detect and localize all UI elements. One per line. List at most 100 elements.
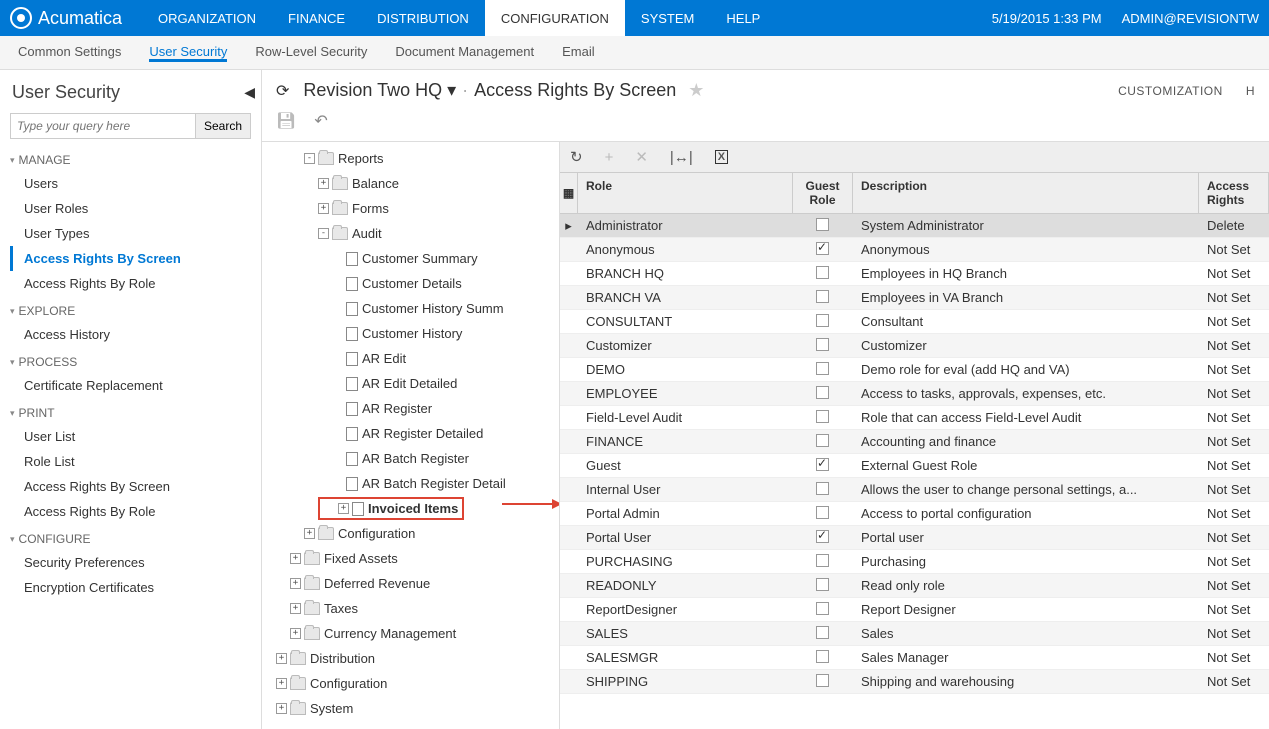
cell-access-rights[interactable]: Not Set: [1199, 263, 1269, 284]
tree-node-invoiced-items[interactable]: +Invoiced Items: [262, 496, 559, 521]
grid-row[interactable]: CONSULTANTConsultantNot Set: [560, 310, 1269, 334]
cell-access-rights[interactable]: Not Set: [1199, 383, 1269, 404]
tree-node-configuration[interactable]: +Configuration: [262, 521, 559, 546]
checkbox-icon[interactable]: [816, 410, 829, 423]
topnav-item-distribution[interactable]: DISTRIBUTION: [361, 0, 485, 36]
checkbox-icon[interactable]: [816, 242, 829, 255]
checkbox-icon[interactable]: [816, 434, 829, 447]
grid-row[interactable]: SALESMGRSales ManagerNot Set: [560, 646, 1269, 670]
cell-description[interactable]: Customizer: [853, 335, 1199, 356]
cell-guest[interactable]: [793, 503, 853, 525]
tree-expander-icon[interactable]: +: [318, 178, 329, 189]
cell-description[interactable]: Report Designer: [853, 599, 1199, 620]
subnav-item-email[interactable]: Email: [562, 44, 595, 61]
cell-description[interactable]: Employees in VA Branch: [853, 287, 1199, 308]
collapse-sidebar-icon[interactable]: ◀: [244, 84, 255, 101]
grid-row[interactable]: SHIPPINGShipping and warehousingNot Set: [560, 670, 1269, 694]
tree-node-system[interactable]: +System: [262, 696, 559, 721]
navgroup-configure[interactable]: CONFIGURE: [10, 532, 251, 546]
checkbox-icon[interactable]: [816, 554, 829, 567]
tree-node-customer-details[interactable]: Customer Details: [262, 271, 559, 296]
tree-node-configuration[interactable]: +Configuration: [262, 671, 559, 696]
cell-guest[interactable]: [793, 575, 853, 597]
tree-expander-icon[interactable]: +: [318, 203, 329, 214]
cell-guest[interactable]: [793, 527, 853, 549]
cell-role[interactable]: PURCHASING: [578, 551, 793, 572]
cell-access-rights[interactable]: Not Set: [1199, 599, 1269, 620]
cell-description[interactable]: Role that can access Field-Level Audit: [853, 407, 1199, 428]
cell-guest[interactable]: [793, 239, 853, 261]
cell-access-rights[interactable]: Delete: [1199, 215, 1269, 236]
tree-expander-icon[interactable]: +: [276, 703, 287, 714]
cell-guest[interactable]: [793, 647, 853, 669]
cell-access-rights[interactable]: Not Set: [1199, 431, 1269, 452]
cell-description[interactable]: Consultant: [853, 311, 1199, 332]
cell-access-rights[interactable]: Not Set: [1199, 479, 1269, 500]
cell-access-rights[interactable]: Not Set: [1199, 407, 1269, 428]
subnav-item-document-management[interactable]: Document Management: [395, 44, 534, 61]
tree-expander-icon[interactable]: +: [290, 553, 301, 564]
checkbox-icon[interactable]: [816, 674, 829, 687]
cell-role[interactable]: EMPLOYEE: [578, 383, 793, 404]
sidebar-search-input[interactable]: [10, 113, 196, 139]
cell-role[interactable]: Customizer: [578, 335, 793, 356]
cell-description[interactable]: External Guest Role: [853, 455, 1199, 476]
tree-expander-icon[interactable]: +: [304, 528, 315, 539]
cell-access-rights[interactable]: Not Set: [1199, 575, 1269, 596]
topnav-item-system[interactable]: SYSTEM: [625, 0, 710, 36]
navgroup-explore[interactable]: EXPLORE: [10, 304, 251, 318]
navitem-user-roles[interactable]: User Roles: [10, 196, 251, 221]
company-selector[interactable]: Revision Two HQ ▾: [303, 80, 456, 101]
cell-guest[interactable]: [793, 383, 853, 405]
navitem-certificate-replacement[interactable]: Certificate Replacement: [10, 373, 251, 398]
navitem-access-rights-by-screen[interactable]: Access Rights By Screen: [10, 246, 251, 271]
grid-export-icon[interactable]: X: [715, 150, 728, 164]
cell-description[interactable]: Read only role: [853, 575, 1199, 596]
undo-icon[interactable]: ↶: [314, 111, 327, 131]
checkbox-icon[interactable]: [816, 602, 829, 615]
cell-guest[interactable]: [793, 431, 853, 453]
cell-access-rights[interactable]: Not Set: [1199, 335, 1269, 356]
checkbox-icon[interactable]: [816, 386, 829, 399]
checkbox-icon[interactable]: [816, 650, 829, 663]
tree-expander-icon[interactable]: -: [318, 228, 329, 239]
cell-access-rights[interactable]: Not Set: [1199, 647, 1269, 668]
grid-row[interactable]: CustomizerCustomizerNot Set: [560, 334, 1269, 358]
cell-access-rights[interactable]: Not Set: [1199, 671, 1269, 692]
cell-guest[interactable]: [793, 455, 853, 477]
topnav-item-help[interactable]: HELP: [710, 0, 776, 36]
cell-description[interactable]: Accounting and finance: [853, 431, 1199, 452]
cell-description[interactable]: Shipping and warehousing: [853, 671, 1199, 692]
navgroup-manage[interactable]: MANAGE: [10, 153, 251, 167]
cell-guest[interactable]: [793, 623, 853, 645]
tree-node-customer-history-summ[interactable]: Customer History Summ: [262, 296, 559, 321]
cell-guest[interactable]: [793, 671, 853, 693]
cell-access-rights[interactable]: Not Set: [1199, 311, 1269, 332]
tree-expander-icon[interactable]: +: [290, 628, 301, 639]
cell-role[interactable]: READONLY: [578, 575, 793, 596]
grid-row[interactable]: Portal AdminAccess to portal configurati…: [560, 502, 1269, 526]
checkbox-icon[interactable]: [816, 530, 829, 543]
cell-role[interactable]: BRANCH VA: [578, 287, 793, 308]
navitem-encryption-certificates[interactable]: Encryption Certificates: [10, 575, 251, 600]
tree-expander-icon[interactable]: +: [290, 603, 301, 614]
grid-header-indicator[interactable]: ▦: [560, 173, 578, 213]
tree-node-forms[interactable]: +Forms: [262, 196, 559, 221]
cell-access-rights[interactable]: Not Set: [1199, 527, 1269, 548]
checkbox-icon[interactable]: [816, 338, 829, 351]
cell-description[interactable]: Employees in HQ Branch: [853, 263, 1199, 284]
grid-row[interactable]: DEMODemo role for eval (add HQ and VA)No…: [560, 358, 1269, 382]
tree-node-ar-edit-detailed[interactable]: AR Edit Detailed: [262, 371, 559, 396]
checkbox-icon[interactable]: [816, 626, 829, 639]
cell-role[interactable]: Field-Level Audit: [578, 407, 793, 428]
refresh-icon[interactable]: ⟳: [276, 81, 289, 101]
tree-expander-icon[interactable]: +: [276, 653, 287, 664]
cell-access-rights[interactable]: Not Set: [1199, 503, 1269, 524]
navitem-users[interactable]: Users: [10, 171, 251, 196]
grid-fit-icon[interactable]: |↔|: [670, 149, 693, 166]
grid-row[interactable]: AnonymousAnonymousNot Set: [560, 238, 1269, 262]
titlebar-right-extra[interactable]: H: [1246, 84, 1255, 98]
tree-node-ar-edit[interactable]: AR Edit: [262, 346, 559, 371]
grid-row[interactable]: PURCHASINGPurchasingNot Set: [560, 550, 1269, 574]
subnav-item-user-security[interactable]: User Security: [149, 44, 227, 62]
